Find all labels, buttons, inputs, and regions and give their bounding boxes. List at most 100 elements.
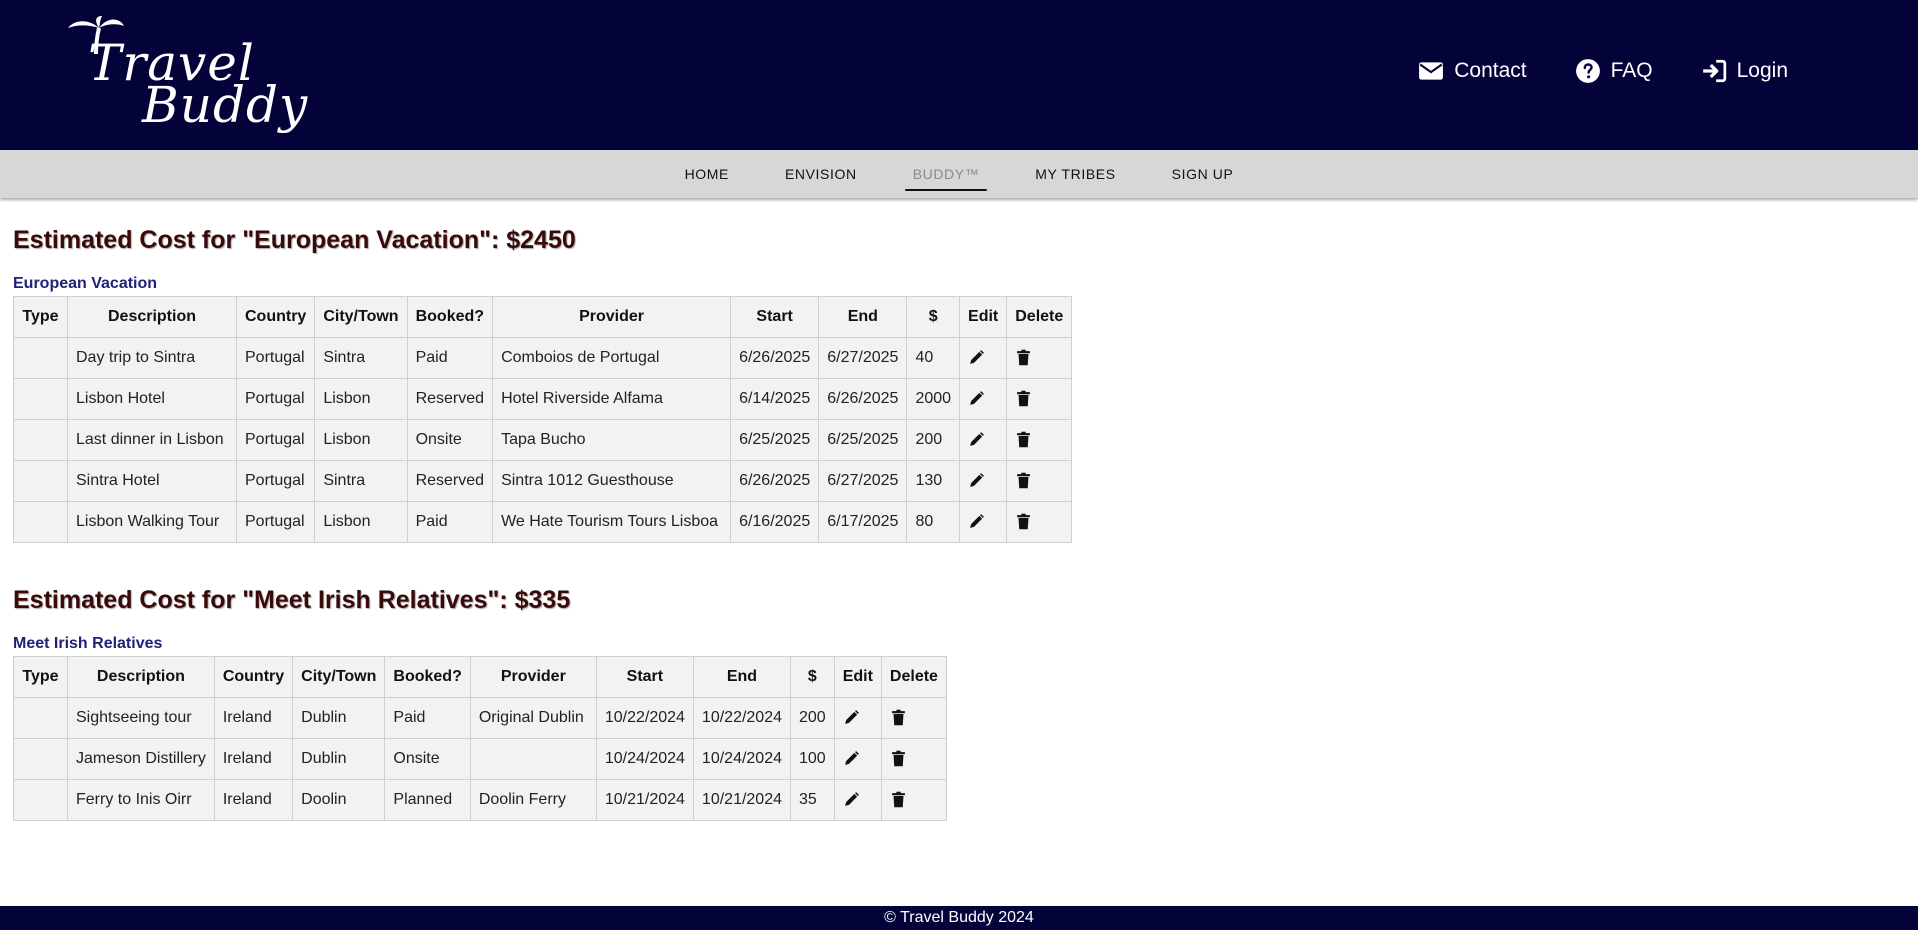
contact-label: Contact — [1454, 59, 1527, 82]
trash-icon — [1017, 431, 1031, 448]
col-start: Start — [730, 296, 820, 338]
cell-description: Lisbon Hotel — [67, 378, 237, 420]
cell-provider: Comboios de Portugal — [492, 337, 732, 379]
delete-button[interactable] — [1006, 337, 1073, 379]
cell-description: Jameson Distillery — [67, 738, 215, 780]
cell-city: Lisbon — [314, 501, 408, 543]
col-country: Country — [213, 656, 294, 698]
cell-cost: 100 — [790, 738, 835, 780]
table-row: Sintra Hotel Portugal Sintra Reserved Sintra… — [13, 460, 1073, 502]
trash-icon — [1017, 349, 1031, 366]
nav-my-tribes[interactable]: MY TRIBES — [1007, 150, 1143, 198]
col-country: Country — [235, 296, 316, 338]
cell-type — [13, 738, 68, 780]
cell-end: 6/25/2025 — [818, 419, 908, 461]
cell-start: 6/25/2025 — [730, 419, 820, 461]
cell-end: 10/24/2024 — [692, 738, 792, 780]
nav-buddy[interactable]: BUDDY™ — [885, 150, 1008, 198]
cell-city: Dublin — [292, 738, 386, 780]
estimated-cost-heading: Estimated Cost for "Meet Irish Relatives… — [13, 586, 571, 614]
col-end: End — [818, 296, 908, 338]
table-row: Ferry to Inis Oirr Ireland Doolin Planned Do… — [13, 779, 947, 821]
col-edit: Edit — [833, 656, 882, 698]
cell-end: 6/26/2025 — [818, 378, 908, 420]
delete-button[interactable] — [880, 779, 947, 821]
cell-country: Ireland — [213, 779, 294, 821]
login-label: Login — [1736, 59, 1788, 82]
table-row: Lisbon Walking Tour Portugal Lisbon Paid We … — [13, 501, 1073, 543]
nav-home[interactable]: HOME — [657, 150, 757, 198]
col-booked: Booked? — [384, 656, 471, 698]
trash-icon — [1017, 513, 1031, 530]
delete-button[interactable] — [1006, 419, 1073, 461]
nav-envision[interactable]: ENVISION — [757, 150, 885, 198]
site-header: T Travel Buddy Contact FAQ Login — [0, 0, 1918, 150]
delete-button[interactable] — [1006, 501, 1073, 543]
edit-button[interactable] — [959, 419, 1008, 461]
cell-city: Sintra — [314, 337, 408, 379]
cell-country: Ireland — [213, 738, 294, 780]
cell-type — [13, 460, 68, 502]
cell-country: Portugal — [235, 337, 316, 379]
edit-button[interactable] — [833, 779, 882, 821]
pencil-icon — [844, 792, 859, 807]
travel-buddy-logo[interactable]: T Travel Buddy — [66, 16, 307, 136]
cell-type — [13, 779, 68, 821]
question-circle-icon — [1575, 59, 1600, 83]
cell-type — [13, 337, 68, 379]
main-nav: HOME ENVISION BUDDY™ MY TRIBES SIGN UP — [0, 150, 1918, 198]
cell-country: Portugal — [235, 419, 316, 461]
col-description: Description — [67, 296, 237, 338]
contact-link[interactable]: Contact — [1418, 58, 1527, 84]
col-start: Start — [595, 656, 694, 698]
site-footer: © Travel Buddy 2024 — [0, 906, 1918, 930]
table-header-row: Type Description Country City/Town Booke… — [13, 656, 947, 698]
edit-button[interactable] — [959, 460, 1008, 502]
faq-link[interactable]: FAQ — [1575, 58, 1653, 84]
trash-icon — [892, 791, 905, 808]
pencil-icon — [970, 350, 984, 365]
pencil-icon — [970, 514, 984, 529]
col-city: City/Town — [292, 656, 386, 698]
cell-country: Portugal — [235, 501, 316, 543]
cell-end: 6/17/2025 — [818, 501, 908, 543]
cell-end: 6/27/2025 — [818, 460, 908, 502]
trip-name: European Vacation — [13, 275, 158, 292]
delete-button[interactable] — [880, 738, 947, 780]
pencil-icon — [970, 473, 984, 488]
cell-provider — [469, 738, 597, 780]
table-row: Sightseeing tour Ireland Dublin Paid Origina… — [13, 697, 947, 739]
edit-button[interactable] — [833, 697, 882, 739]
edit-button[interactable] — [959, 337, 1008, 379]
cell-description: Sightseeing tour — [67, 697, 215, 739]
cell-city: Lisbon — [314, 419, 408, 461]
cell-start: 10/22/2024 — [595, 697, 694, 739]
table-row: Day trip to Sintra Portugal Sintra Paid Comb… — [13, 337, 1073, 379]
cell-description: Lisbon Walking Tour — [67, 501, 237, 543]
faq-label: FAQ — [1610, 59, 1653, 82]
cell-provider: Hotel Riverside Alfama — [492, 378, 732, 420]
edit-button[interactable] — [959, 378, 1008, 420]
trash-icon — [1017, 390, 1031, 407]
cell-booked: Paid — [406, 501, 494, 543]
trip-items-table: Type Description Country City/Town Booke… — [13, 656, 947, 821]
table-row: Lisbon Hotel Portugal Lisbon Reserved Hotel … — [13, 378, 1073, 420]
cell-start: 6/16/2025 — [730, 501, 820, 543]
cell-type — [13, 501, 68, 543]
login-link[interactable]: Login — [1701, 58, 1788, 84]
delete-button[interactable] — [880, 697, 947, 739]
col-delete: Delete — [880, 656, 947, 698]
cell-cost: 80 — [906, 501, 961, 543]
delete-button[interactable] — [1006, 460, 1073, 502]
table-header-row: Type Description Country City/Town Booke… — [13, 296, 1073, 338]
nav-sign-up[interactable]: SIGN UP — [1144, 150, 1262, 198]
table-row: Jameson Distillery Ireland Dublin Onsite 10/… — [13, 738, 947, 780]
cell-cost: 200 — [790, 697, 835, 739]
cell-start: 6/26/2025 — [730, 337, 820, 379]
cell-description: Ferry to Inis Oirr — [67, 779, 215, 821]
delete-button[interactable] — [1006, 378, 1073, 420]
edit-button[interactable] — [959, 501, 1008, 543]
col-cost: $ — [906, 296, 961, 338]
pencil-icon — [844, 710, 859, 725]
edit-button[interactable] — [833, 738, 882, 780]
